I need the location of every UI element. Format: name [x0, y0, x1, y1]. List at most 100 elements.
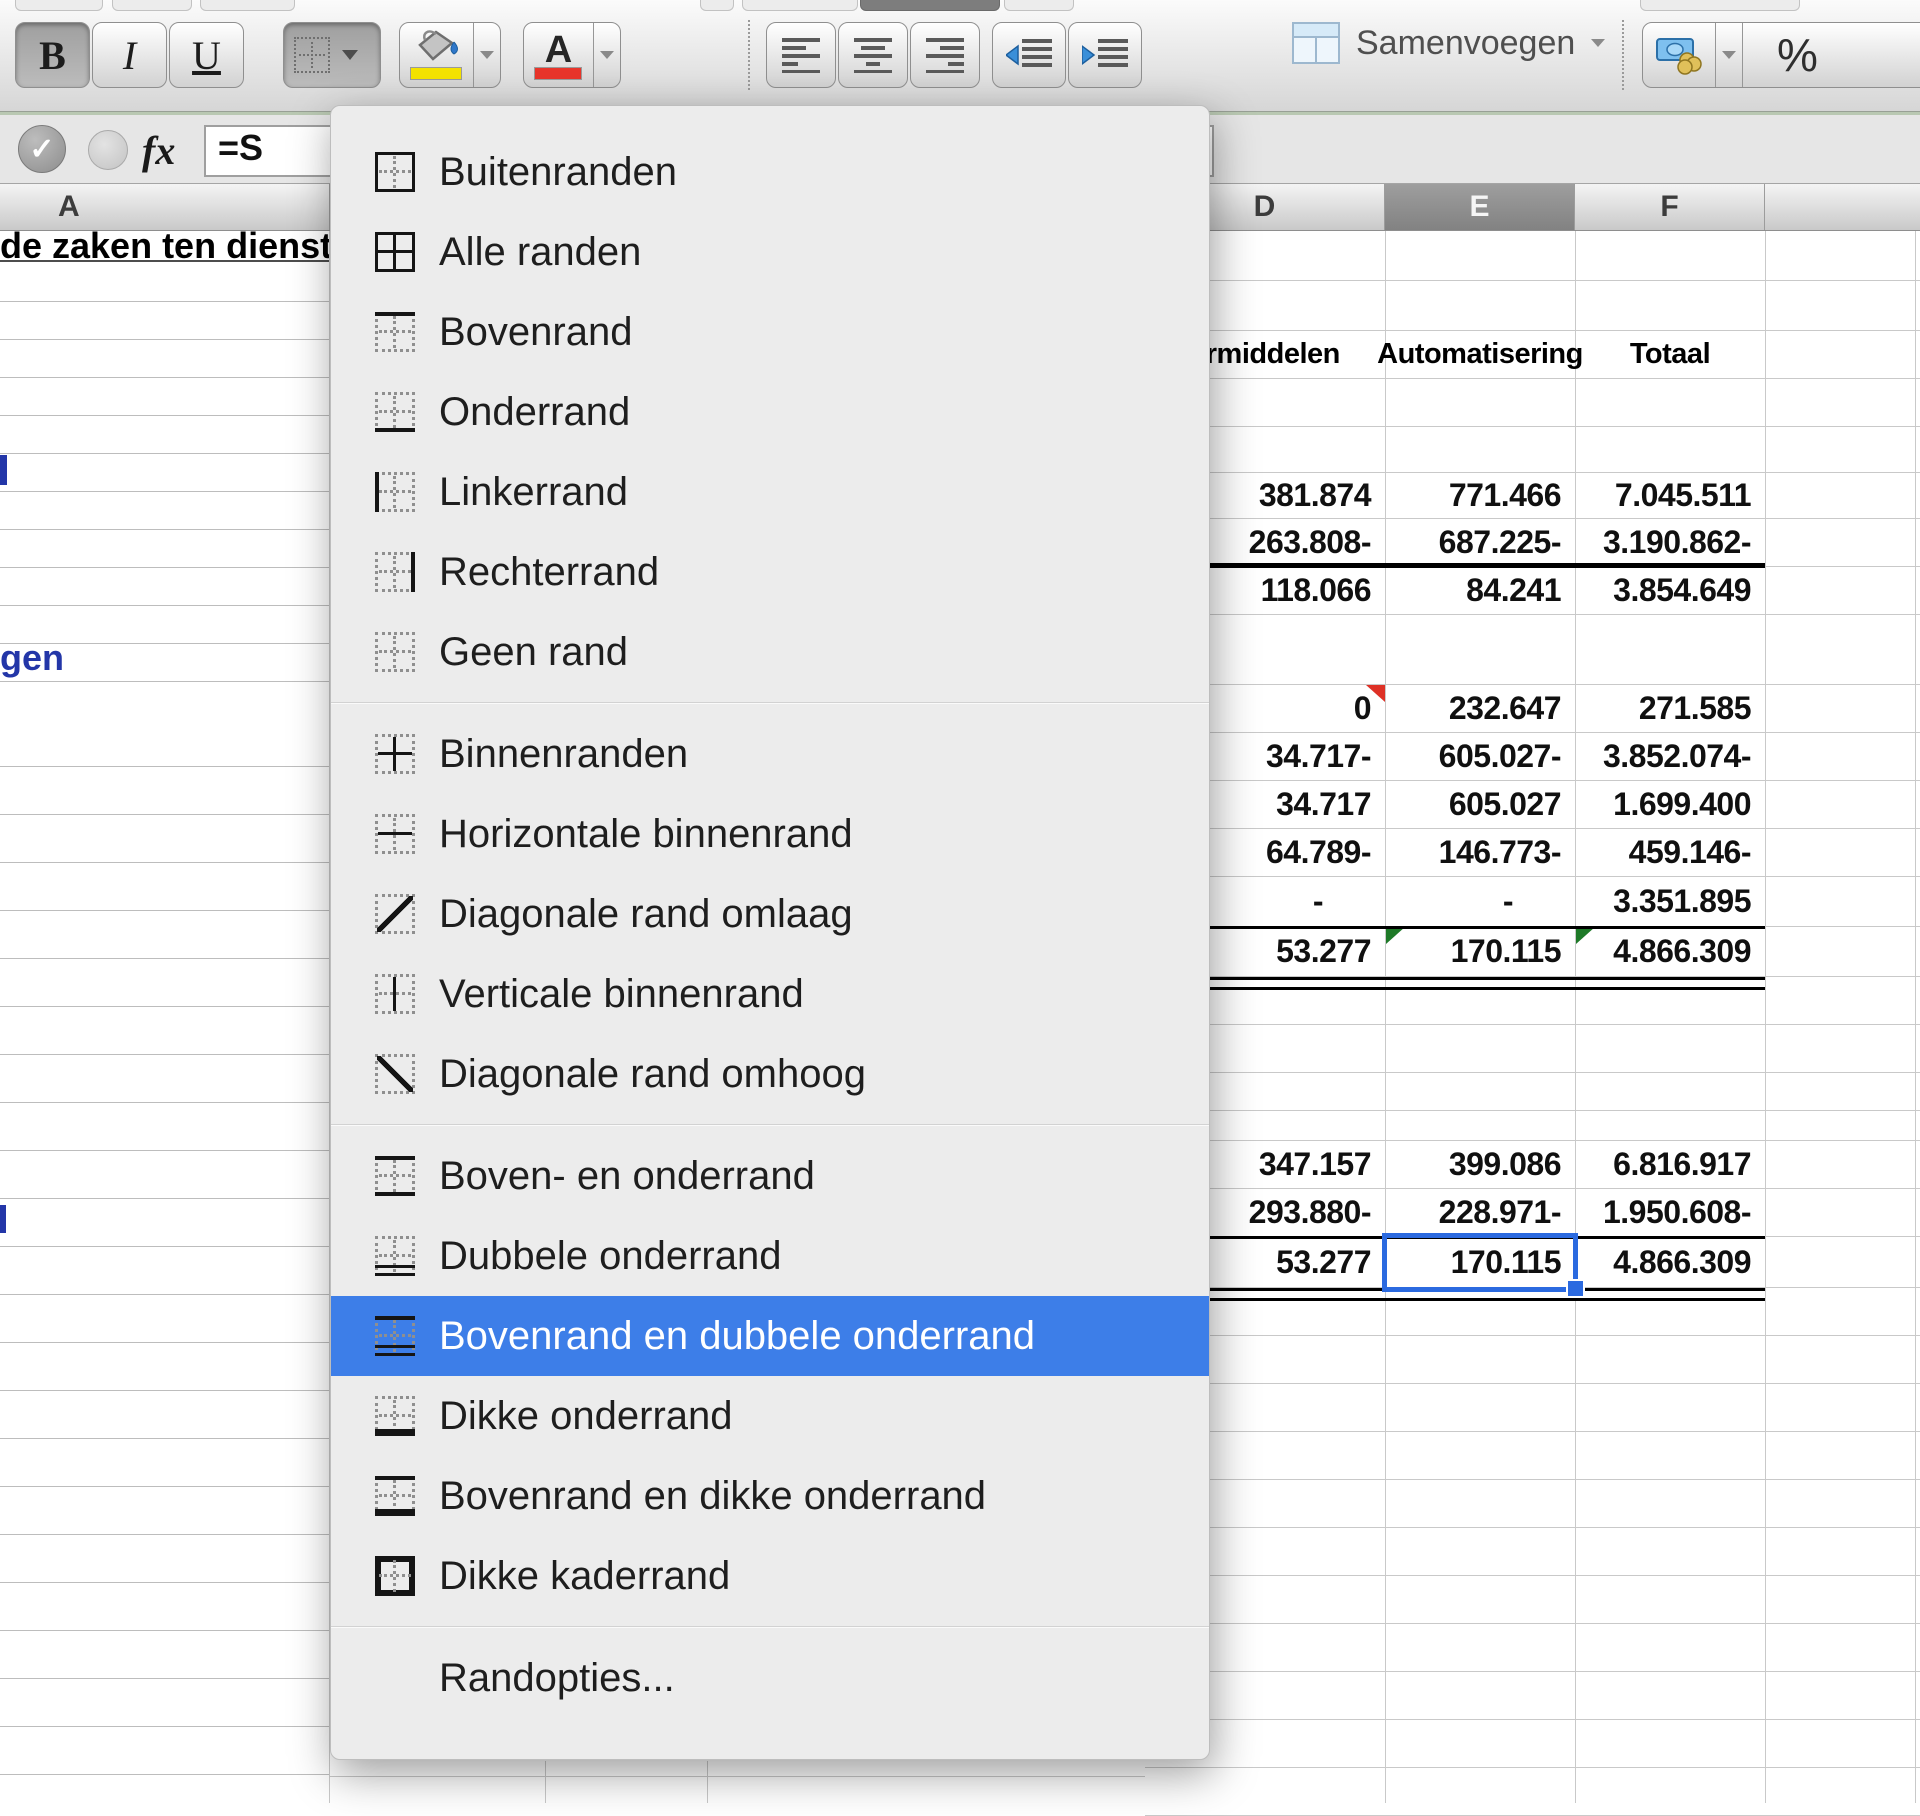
cell-G16[interactable]	[1765, 977, 1920, 1024]
insert-function-icon[interactable]: fx	[142, 127, 175, 174]
cell-F1[interactable]	[1575, 231, 1765, 280]
cell-E32[interactable]	[1385, 1720, 1575, 1767]
cell-F23[interactable]	[1575, 1288, 1765, 1335]
cell-E16[interactable]	[1385, 977, 1575, 1024]
confirm-check-icon[interactable]: ✓	[18, 125, 66, 173]
cell-E5[interactable]	[1385, 427, 1575, 472]
currency-format-button[interactable]	[1643, 35, 1715, 75]
cell-E14[interactable]: -	[1385, 877, 1575, 926]
cell-E4[interactable]	[1385, 379, 1575, 426]
column-header-g[interactable]	[1765, 184, 1920, 230]
menu-item-bovenrand[interactable]: Bovenrand	[331, 292, 1209, 372]
cell-F28[interactable]	[1575, 1528, 1765, 1575]
cell-E2[interactable]	[1385, 281, 1575, 330]
cell-F2[interactable]	[1575, 281, 1765, 330]
fill-color-button[interactable]	[399, 22, 501, 88]
cell-F33[interactable]	[1575, 1768, 1765, 1815]
cell-G26[interactable]	[1765, 1432, 1920, 1479]
menu-item-diagonale-rand-omhoog[interactable]: Diagonale rand omhoog	[331, 1034, 1209, 1114]
bold-button[interactable]: B	[15, 22, 90, 88]
cell-F29[interactable]	[1575, 1576, 1765, 1623]
percent-format-button[interactable]: %	[1742, 23, 1920, 87]
fill-color-dropdown-arrow[interactable]	[473, 23, 500, 87]
menu-item-dikke-onderrand[interactable]: Dikke onderrand	[331, 1376, 1209, 1456]
cell-F11[interactable]: 3.852.074-	[1575, 733, 1765, 780]
cell-G7[interactable]	[1765, 519, 1920, 566]
cell-G31[interactable]	[1765, 1672, 1920, 1719]
cell-G10[interactable]	[1765, 685, 1920, 732]
menu-item-bovenrand-en-dikke-onderrand[interactable]: Bovenrand en dikke onderrand	[331, 1456, 1209, 1536]
font-color-dropdown-arrow[interactable]	[593, 23, 620, 87]
cell-E20[interactable]: 399.086	[1385, 1141, 1575, 1188]
cell-G4[interactable]	[1765, 379, 1920, 426]
increase-indent-button[interactable]	[1068, 22, 1142, 88]
cell-F12[interactable]: 1.699.400	[1575, 781, 1765, 828]
align-center-button[interactable]	[838, 22, 908, 88]
cell-F24[interactable]	[1575, 1336, 1765, 1383]
cell-G15[interactable]	[1765, 927, 1920, 976]
align-left-button[interactable]	[766, 22, 836, 88]
cell-E3[interactable]: Automatisering	[1385, 331, 1575, 378]
currency-dropdown-arrow[interactable]	[1715, 23, 1742, 87]
column-header-e-selected[interactable]: E	[1385, 184, 1575, 230]
cell-E7[interactable]: 687.225-	[1385, 519, 1575, 566]
cell-G11[interactable]	[1765, 733, 1920, 780]
menu-item-bovenrand-en-dubbele-onderrand[interactable]: Bovenrand en dubbele onderrand	[331, 1296, 1209, 1376]
borders-dropdown-arrow[interactable]	[336, 23, 363, 87]
cell-F22[interactable]: 4.866.309	[1575, 1237, 1765, 1287]
menu-item-binnenranden[interactable]: Binnenranden	[331, 714, 1209, 794]
cell-F19[interactable]	[1575, 1111, 1765, 1140]
cancel-circle-icon[interactable]	[88, 130, 128, 170]
cell-G29[interactable]	[1765, 1576, 1920, 1623]
cell-E13[interactable]: 146.773-	[1385, 829, 1575, 876]
cell-F13[interactable]: 459.146-	[1575, 829, 1765, 876]
cell-F9[interactable]	[1575, 615, 1765, 684]
font-color-button[interactable]: A	[523, 22, 621, 88]
cell-E8[interactable]: 84.241	[1385, 567, 1575, 614]
cell-G20[interactable]	[1765, 1141, 1920, 1188]
selected-cell-E22[interactable]: 170.115	[1385, 1237, 1575, 1287]
cell-F15[interactable]: 4.866.309	[1575, 927, 1765, 976]
cell-E15[interactable]: 170.115	[1385, 927, 1575, 976]
cell-G17[interactable]	[1765, 1025, 1920, 1072]
cell-F20[interactable]: 6.816.917	[1575, 1141, 1765, 1188]
cell-G24[interactable]	[1765, 1336, 1920, 1383]
menu-item-diagonale-rand-omlaag[interactable]: Diagonale rand omlaag	[331, 874, 1209, 954]
cell-G19[interactable]	[1765, 1111, 1920, 1140]
cell-G2[interactable]	[1765, 281, 1920, 330]
cell-E21[interactable]: 228.971-	[1385, 1189, 1575, 1236]
menu-item-onderrand[interactable]: Onderrand	[331, 372, 1209, 452]
cell-F31[interactable]	[1575, 1672, 1765, 1719]
cell-E12[interactable]: 605.027	[1385, 781, 1575, 828]
menu-item-alle-randen[interactable]: Alle randen	[331, 212, 1209, 292]
cell-E11[interactable]: 605.027-	[1385, 733, 1575, 780]
cell-G25[interactable]	[1765, 1384, 1920, 1431]
cell-G28[interactable]	[1765, 1528, 1920, 1575]
menu-item-randopties[interactable]: Randopties...	[331, 1638, 1209, 1718]
menu-item-buitenranden[interactable]: Buitenranden	[331, 132, 1209, 212]
cell-F5[interactable]	[1575, 427, 1765, 472]
menu-item-dubbele-onderrand[interactable]: Dubbele onderrand	[331, 1216, 1209, 1296]
cell-a-text-fragment[interactable]: gen	[0, 637, 64, 679]
cell-G1[interactable]	[1765, 231, 1920, 280]
merge-cells-control[interactable]: Samenvoegen	[1292, 22, 1605, 64]
underline-button[interactable]: U	[169, 22, 244, 88]
cell-G3[interactable]	[1765, 331, 1920, 378]
cell-E1[interactable]	[1385, 231, 1575, 280]
cell-F17[interactable]	[1575, 1025, 1765, 1072]
cell-E30[interactable]	[1385, 1624, 1575, 1671]
cell-F8[interactable]: 3.854.649	[1575, 567, 1765, 614]
menu-item-boven-en-onderrand[interactable]: Boven- en onderrand	[331, 1136, 1209, 1216]
column-header-a[interactable]: A	[0, 184, 330, 230]
cell-G9[interactable]	[1765, 615, 1920, 684]
cell-G6[interactable]	[1765, 473, 1920, 518]
cell-G30[interactable]	[1765, 1624, 1920, 1671]
cell-F21[interactable]: 1.950.608-	[1575, 1189, 1765, 1236]
cell-E10[interactable]: 232.647	[1385, 685, 1575, 732]
cell-D33[interactable]	[1145, 1768, 1385, 1815]
menu-item-dikke-kaderrand[interactable]: Dikke kaderrand	[331, 1536, 1209, 1616]
cell-F26[interactable]	[1575, 1432, 1765, 1479]
decrease-indent-button[interactable]	[992, 22, 1066, 88]
align-right-button[interactable]	[910, 22, 980, 88]
cell-G32[interactable]	[1765, 1720, 1920, 1767]
